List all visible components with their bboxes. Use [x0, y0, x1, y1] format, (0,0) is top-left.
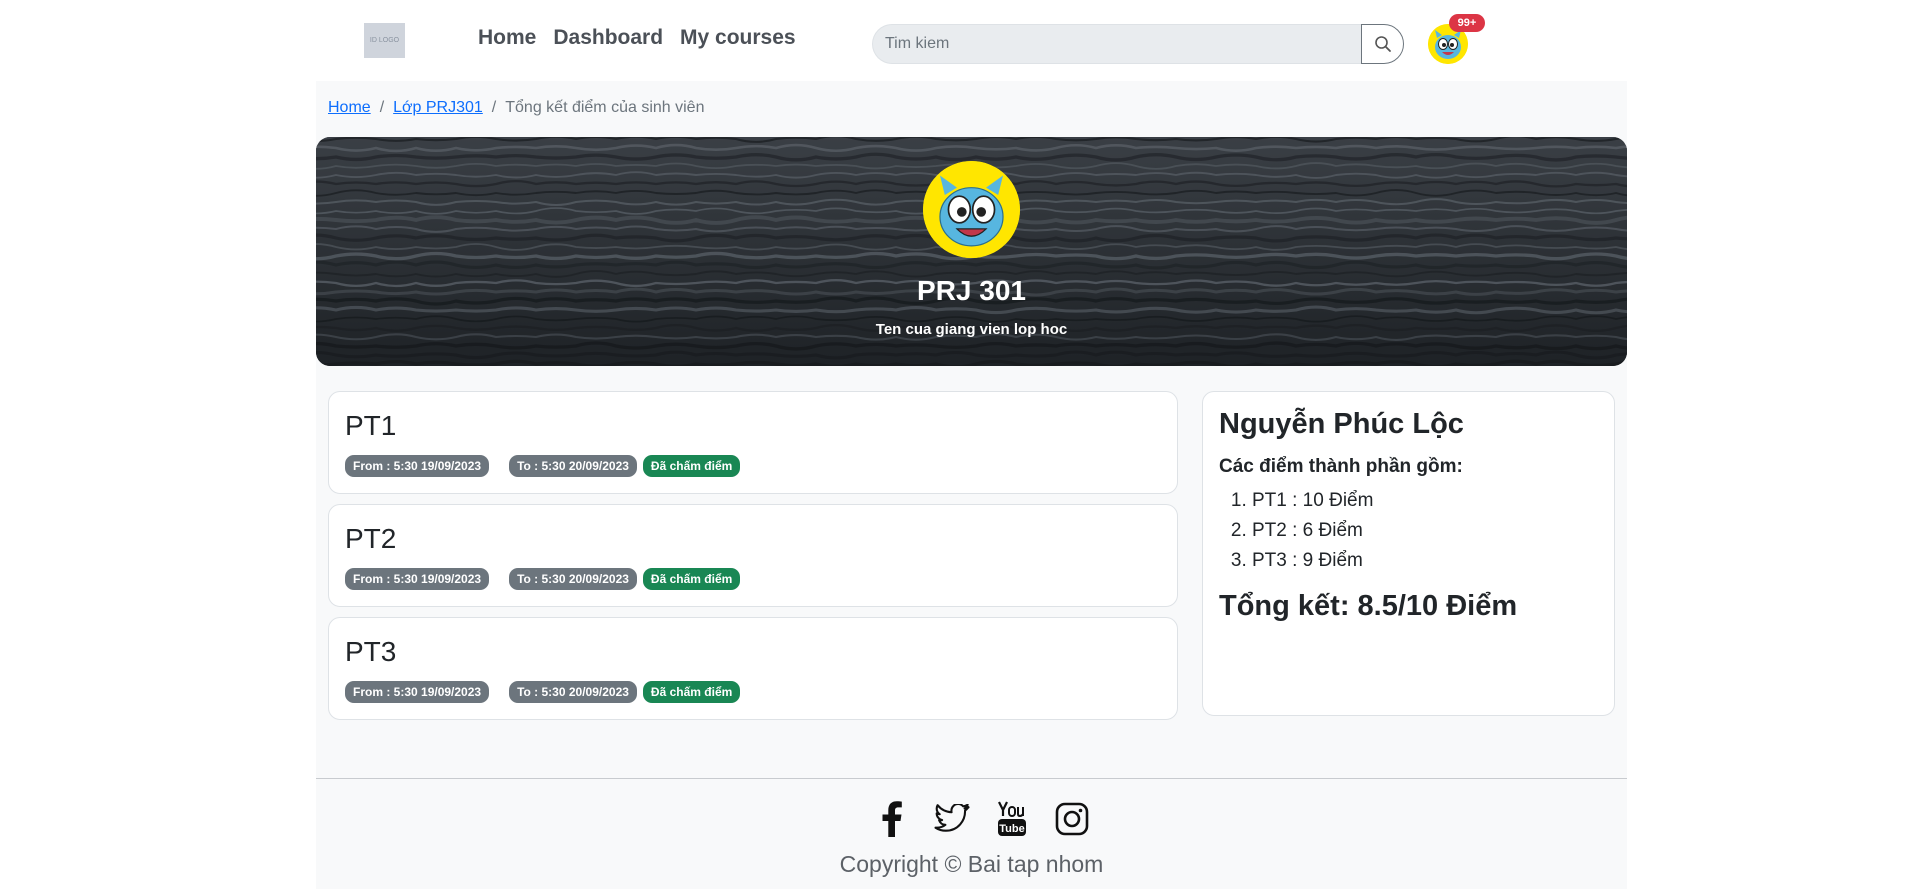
assessment-title: PT2 [345, 523, 397, 554]
assessment-card-pt3[interactable]: PT3 From : 5:30 19/09/2023 To : 5:30 20/… [328, 617, 1178, 720]
instagram-link[interactable] [1052, 799, 1092, 839]
assessment-title: PT3 [345, 636, 397, 667]
grade-item: PT3 : 9 Điểm [1252, 546, 1373, 576]
twitter-icon [934, 804, 970, 832]
status-badge: Đã chấm điểm [642, 681, 741, 703]
assessment-badges: From : 5:30 19/09/2023 To : 5:30 20/09/2… [345, 568, 741, 590]
end-time-badge: To : 5:30 20/09/2023 [509, 681, 637, 703]
grade-item: PT2 : 6 Điểm [1252, 516, 1373, 546]
breadcrumb: Home / Lớp PRJ301 / Tổng kết điểm của si… [328, 99, 704, 117]
nav-link-dashboard[interactable]: Dashboard [553, 26, 663, 50]
youtube-link[interactable]: Tube [992, 799, 1032, 839]
assessment-badges: From : 5:30 19/09/2023 To : 5:30 20/09/2… [345, 681, 741, 703]
search-icon [1374, 36, 1391, 52]
class-avatar [923, 161, 1020, 258]
main-content: Home / Lớp PRJ301 / Tổng kết điểm của si… [316, 81, 1627, 889]
svg-text:Tube: Tube [999, 823, 1024, 835]
grade-summary-panel: Nguyễn Phúc Lộc Các điểm thành phần gồm:… [1202, 391, 1615, 716]
gumball-avatar-icon [923, 161, 1020, 258]
search-input[interactable] [872, 24, 1361, 64]
notification-badge[interactable]: 99+ [1449, 14, 1485, 32]
assessment-card-pt1[interactable]: PT1 From : 5:30 19/09/2023 To : 5:30 20/… [328, 391, 1178, 494]
facebook-link[interactable] [872, 799, 912, 839]
copyright-text: Copyright © Bai tap nhom [839, 851, 1104, 877]
components-label: Các điểm thành phần gồm: [1219, 456, 1463, 477]
site-logo[interactable]: ID LOGO [364, 23, 405, 58]
youtube-icon: Tube [998, 801, 1026, 836]
start-time-badge: From : 5:30 19/09/2023 [345, 681, 490, 703]
breadcrumb-separator: / [491, 99, 497, 116]
main-nav: Home Dashboard My courses [478, 26, 796, 50]
grade-list: PT1 : 10 Điểm PT2 : 6 Điểm PT3 : 9 Điểm [1219, 486, 1373, 576]
twitter-link[interactable] [932, 799, 972, 839]
start-time-badge: From : 5:30 19/09/2023 [345, 455, 490, 477]
search-button[interactable] [1361, 24, 1404, 64]
breadcrumb-separator: / [379, 99, 385, 116]
start-time-badge: From : 5:30 19/09/2023 [345, 568, 490, 590]
search-bar [872, 24, 1404, 64]
breadcrumb-current: Tổng kết điểm của sinh viên [505, 99, 705, 116]
assessment-title: PT1 [345, 410, 397, 441]
nav-link-my-courses[interactable]: My courses [680, 26, 796, 50]
class-title: PRJ 301 [917, 275, 1026, 306]
student-name: Nguyễn Phúc Lộc [1219, 408, 1464, 440]
assessment-badges: From : 5:30 19/09/2023 To : 5:30 20/09/2… [345, 455, 741, 477]
grade-item: PT1 : 10 Điểm [1252, 486, 1373, 516]
teacher-name: Ten cua giang vien lop hoc [875, 321, 1068, 338]
instagram-icon [1055, 802, 1089, 836]
social-links: Tube [872, 799, 1092, 839]
end-time-badge: To : 5:30 20/09/2023 [509, 568, 637, 590]
nav-link-home[interactable]: Home [478, 26, 536, 50]
end-time-badge: To : 5:30 20/09/2023 [509, 455, 637, 477]
class-banner: PRJ 301 Ten cua giang vien lop hoc [316, 137, 1627, 366]
status-badge: Đã chấm điểm [642, 568, 741, 590]
breadcrumb-home[interactable]: Home [328, 99, 371, 117]
total-grade: Tổng kết: 8.5/10 Điểm [1219, 590, 1518, 622]
assessment-list: PT1 From : 5:30 19/09/2023 To : 5:30 20/… [328, 391, 1178, 730]
status-badge: Đã chấm điểm [642, 455, 741, 477]
breadcrumb-class[interactable]: Lớp PRJ301 [393, 99, 483, 117]
top-navbar: ID LOGO Home Dashboard My courses 99+ [0, 0, 1919, 81]
facebook-icon [882, 801, 902, 837]
footer-divider [316, 778, 1627, 779]
assessment-card-pt2[interactable]: PT2 From : 5:30 19/09/2023 To : 5:30 20/… [328, 504, 1178, 607]
